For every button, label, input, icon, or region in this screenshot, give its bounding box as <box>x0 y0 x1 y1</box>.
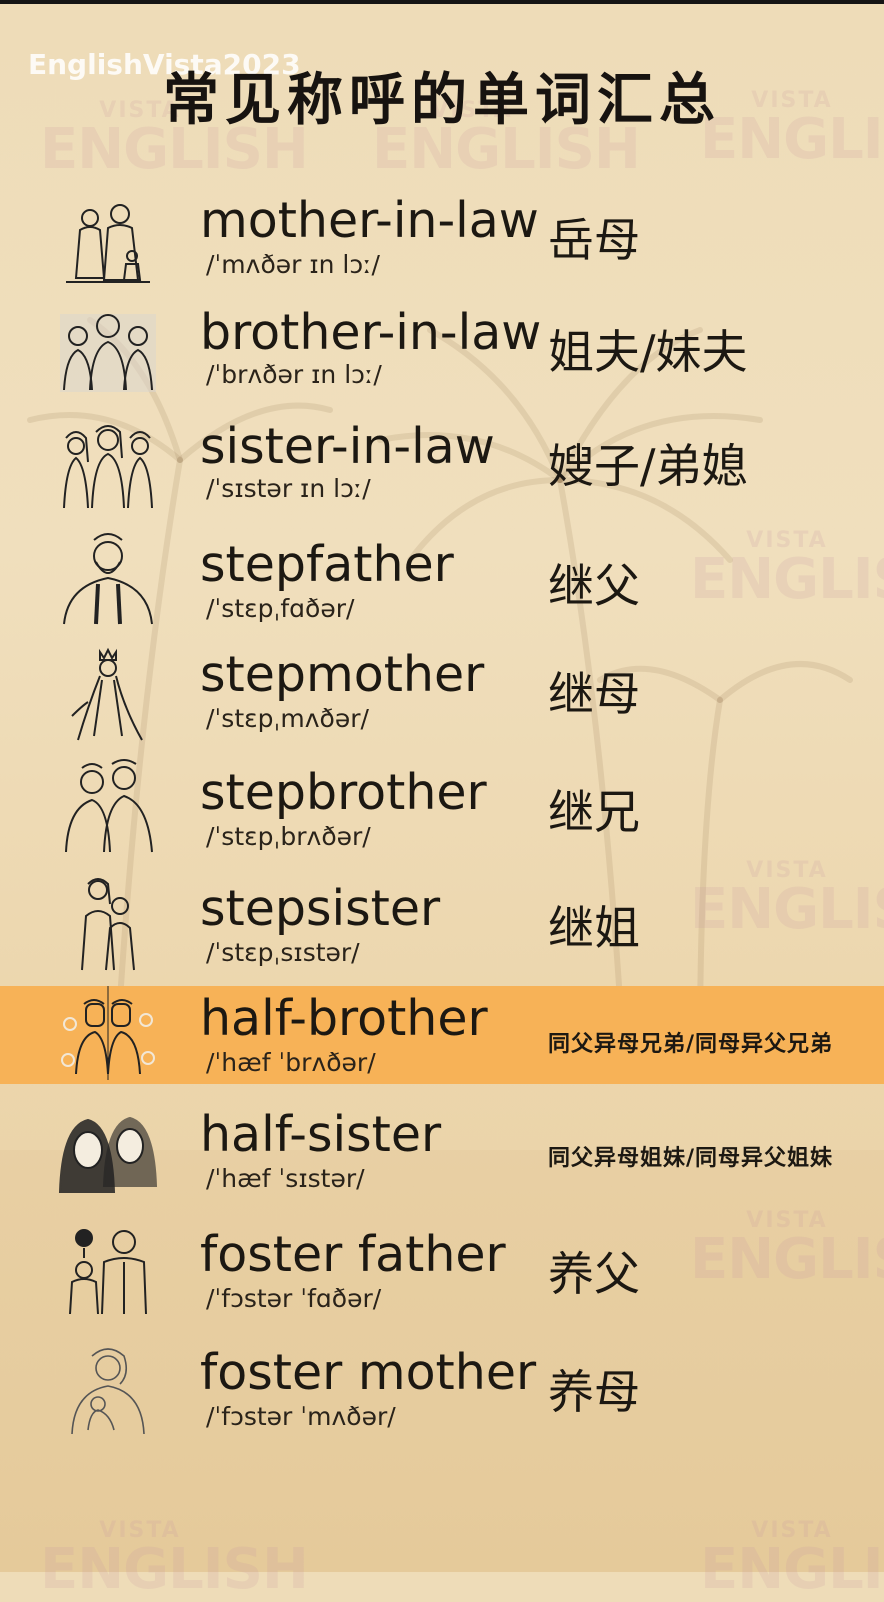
ipa-text: /ˈhæf ˈsɪstər/ <box>206 1164 365 1193</box>
list-item: sister-in-law /ˈsɪstər ɪn lɔː/ 嫂子/弟媳 <box>0 418 884 528</box>
list-item: stepfather /ˈstɛpˌfɑðər/ 继父 <box>0 533 884 646</box>
three-women-icon <box>63 425 153 509</box>
word-text: stepfather <box>200 536 454 593</box>
two-women-faces-icon <box>58 1116 158 1193</box>
word-text: mother-in-law <box>200 192 539 249</box>
meaning-text: 同父异母姐妹/同母异父姐妹 <box>548 1146 834 1171</box>
bearded-man-icon <box>63 533 153 625</box>
list-item: foster father /ˈfɔstər ˈfɑðər/ 养父 <box>0 1226 884 1336</box>
page-title: 常见称呼的单词汇总 <box>163 68 721 133</box>
list-item: stepsister /ˈstɛpˌsɪstər/ 继姐 <box>0 878 884 990</box>
two-girls-icon <box>81 878 135 971</box>
meaning-text: 嫂子/弟媳 <box>548 439 748 493</box>
list-item: mother-in-law /ˈmʌðər ɪn lɔː/ 岳母 <box>0 192 884 302</box>
watermark: VISTAENGLISH <box>700 1518 884 1602</box>
ipa-text: /ˈstɛpˌbrʌðər/ <box>206 822 371 851</box>
queen-icon <box>71 647 143 741</box>
meaning-text: 养母 <box>548 1365 640 1419</box>
twin-men-icon <box>61 986 155 1080</box>
watermark: VISTAENGLISH <box>40 1518 309 1602</box>
meaning-text: 继姐 <box>548 901 640 955</box>
three-men-icon <box>60 314 156 392</box>
mother-child-icon <box>71 1348 145 1435</box>
word-text: stepbrother <box>200 764 487 821</box>
word-text: half-sister <box>200 1106 442 1163</box>
ipa-text: /ˈsɪstər ɪn lɔː/ <box>206 474 371 503</box>
ipa-text: /ˈfɔstər ˈmʌðər/ <box>206 1402 396 1431</box>
word-text: foster father <box>200 1226 506 1283</box>
list-item: stepbrother /ˈstɛpˌbrʌðər/ 继兄 <box>0 759 884 874</box>
two-women-icon <box>66 204 150 283</box>
meaning-text: 继父 <box>548 559 640 613</box>
meaning-text: 继兄 <box>548 785 640 839</box>
father-child-icon <box>69 1229 147 1315</box>
word-text: brother-in-law <box>200 304 542 361</box>
ipa-text: /ˈstɛpˌfɑðər/ <box>206 594 355 623</box>
word-text: sister-in-law <box>200 418 495 475</box>
list-item: foster mother /ˈfɔstər ˈmʌðər/ 养母 <box>0 1344 884 1454</box>
word-text: half-brother <box>200 990 488 1047</box>
ipa-text: /ˈbrʌðər ɪn lɔː/ <box>206 360 382 389</box>
meaning-text: 养父 <box>548 1247 640 1301</box>
ipa-text: /ˈmʌðər ɪn lɔː/ <box>206 250 380 279</box>
list-item: half-sister /ˈhæf ˈsɪstər/ 同父异母姐妹/同母异父姐妹 <box>0 1106 884 1216</box>
ipa-text: /ˈhæf ˈbrʌðər/ <box>206 1048 376 1077</box>
meaning-text: 姐夫/妹夫 <box>548 325 748 379</box>
word-text: stepmother <box>200 646 485 703</box>
list-item-highlighted: half-brother /ˈhæf ˈbrʌðər/ 同父异母兄弟/同母异父兄… <box>0 986 884 1084</box>
ipa-text: /ˈfɔstər ˈfɑðər/ <box>206 1284 382 1313</box>
word-text: foster mother <box>200 1344 537 1401</box>
meaning-text: 继母 <box>548 667 640 721</box>
meaning-text: 岳母 <box>548 213 640 267</box>
ipa-text: /ˈstɛpˌsɪstər/ <box>206 938 360 967</box>
list-item: brother-in-law /ˈbrʌðər ɪn lɔː/ 姐夫/妹夫 <box>0 304 884 414</box>
word-text: stepsister <box>200 880 441 937</box>
meaning-text: 同父异母兄弟/同母异父兄弟 <box>548 1032 834 1057</box>
two-boys-icon <box>65 759 153 853</box>
list-item: stepmother /ˈstɛpˌmʌðər/ 继母 <box>0 646 884 756</box>
ipa-text: /ˈstɛpˌmʌðər/ <box>206 704 369 733</box>
